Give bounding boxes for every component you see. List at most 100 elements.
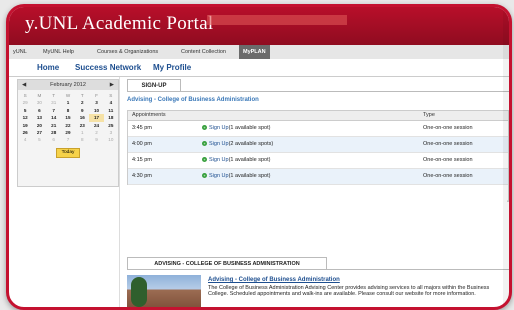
calendar-day[interactable]: 8 xyxy=(61,107,75,114)
calendar-day[interactable]: 5 xyxy=(32,136,46,143)
add-icon[interactable]: + xyxy=(202,157,207,163)
table-row: 4:15 pm + Sign Up(1 available spot) One-on-… xyxy=(128,153,508,169)
table-row: 4:00 pm + Sign Up(2 available spots) One-on… xyxy=(128,137,508,153)
add-icon[interactable]: + xyxy=(202,125,207,131)
calendar-day[interactable]: 26 xyxy=(18,129,32,136)
available-spots: (2 available spots) xyxy=(228,141,274,147)
appointment-time: 3:45 pm xyxy=(132,125,152,131)
calendar-weekday: T xyxy=(80,93,84,98)
calendar-day[interactable]: 18 xyxy=(104,114,118,121)
appointment-time: 4:00 pm xyxy=(132,141,152,147)
empty-panel xyxy=(127,185,507,251)
calendar-day[interactable]: 1 xyxy=(75,129,89,136)
calendar-day[interactable]: 8 xyxy=(75,136,89,143)
tab-content-collection[interactable]: Content Collection xyxy=(177,45,230,59)
calendar-day[interactable]: 1 xyxy=(61,99,75,106)
calendar-day[interactable]: 27 xyxy=(32,129,46,136)
building-image xyxy=(127,275,201,307)
prev-month-button[interactable]: ◀ xyxy=(22,80,26,90)
calendar-day[interactable]: 10 xyxy=(104,136,118,143)
calendar-day[interactable]: 3 xyxy=(104,129,118,136)
calendar-header: ◀ February 2012 ▶ xyxy=(18,80,118,90)
calendar-day[interactable]: 15 xyxy=(61,114,75,121)
signup-cell: + Sign Up(2 available spots) xyxy=(202,141,273,147)
tab-yunl[interactable]: yUNL xyxy=(9,45,31,59)
frame-shadow xyxy=(503,7,509,307)
calendar-month: February 2012 xyxy=(50,82,86,88)
signup-cell: +Sign Up(1 available spot) xyxy=(202,173,270,179)
calendar-day[interactable]: 29 xyxy=(18,99,32,106)
calendar-day[interactable]: 13 xyxy=(32,114,46,121)
calendar-day[interactable]: 2 xyxy=(89,129,103,136)
calendar-day[interactable]: 29 xyxy=(61,129,75,136)
sign-up-link[interactable]: Sign Up xyxy=(209,141,229,147)
divider xyxy=(127,269,509,270)
tab-myunl-help[interactable]: MyUNL Help xyxy=(39,45,78,59)
calendar-day[interactable]: 9 xyxy=(89,136,103,143)
calendar-weekday: M xyxy=(37,93,42,98)
advising-link[interactable]: Advising - College of Business Administr… xyxy=(208,277,340,283)
calendar-day[interactable]: 24 xyxy=(89,122,103,129)
calendar-day[interactable]: 10 xyxy=(89,107,103,114)
calendar-day[interactable]: 30 xyxy=(32,99,46,106)
nav-success-network[interactable]: Success Network xyxy=(75,63,141,72)
appointment-time: 4:30 pm xyxy=(132,173,152,179)
calendar-weekday: T xyxy=(52,93,56,98)
calendar-weekday: S xyxy=(23,93,27,98)
table-row: 4:30 pm + Sign Up(1 available spot) One-on-… xyxy=(128,169,508,185)
calendar-day[interactable]: 7 xyxy=(47,107,61,114)
sign-up-link[interactable]: Sign Up xyxy=(209,125,229,131)
available-spots: (1 available spot) xyxy=(228,157,271,163)
calendar-grid: S M T W T F S 29 30 31 1 2 3 4 5 6 7 8 9 10 11 12 13 14 15 16 17 18… xyxy=(18,92,118,144)
today-button[interactable]: Today xyxy=(56,147,80,158)
calendar-day[interactable]: 6 xyxy=(32,107,46,114)
add-icon[interactable]: + xyxy=(202,173,207,179)
available-spots: (1 available spot) xyxy=(228,125,271,131)
add-icon[interactable]: + xyxy=(202,141,207,147)
calendar-day[interactable]: 5 xyxy=(18,107,32,114)
calendar-day[interactable]: 16 xyxy=(75,114,89,121)
calendar-day[interactable]: 21 xyxy=(47,122,61,129)
calendar-day[interactable]: 9 xyxy=(75,107,89,114)
nav-home[interactable]: Home xyxy=(37,63,59,72)
portal-banner: y.UNL Academic Portal xyxy=(9,7,509,45)
calendar-day[interactable]: 31 xyxy=(47,99,61,106)
mini-calendar: ◀ February 2012 ▶ S M T W T F S 29 30 31 1 2 3 4 5 6 7 8 9… xyxy=(17,79,119,187)
calendar-day[interactable]: 4 xyxy=(18,136,32,143)
calendar-day[interactable]: 23 xyxy=(75,122,89,129)
signup-cell: +Sign Up(1 available spot) xyxy=(202,157,270,163)
calendar-day[interactable]: 19 xyxy=(18,122,32,129)
calendar-weekday: S xyxy=(109,93,113,98)
calendar-day[interactable]: 4 xyxy=(104,99,118,106)
sign-up-link[interactable]: Sign Up xyxy=(209,173,229,179)
available-spots: (1 available spot) xyxy=(228,173,271,179)
calendar-day[interactable]: 17 xyxy=(89,114,104,122)
next-month-button[interactable]: ▶ xyxy=(110,80,114,90)
calendar-day[interactable]: 3 xyxy=(89,99,103,106)
calendar-day[interactable]: 2 xyxy=(75,99,89,106)
sub-navigation: Home Success Network My Profile xyxy=(9,59,509,77)
calendar-weekday: F xyxy=(95,93,98,98)
signup-heading: Advising - College of Business Administr… xyxy=(127,97,259,103)
divider xyxy=(119,77,120,307)
calendar-day[interactable]: 20 xyxy=(32,122,46,129)
calendar-day[interactable]: 6 xyxy=(47,136,61,143)
nav-my-profile[interactable]: My Profile xyxy=(153,63,191,72)
calendar-day[interactable]: 28 xyxy=(47,129,61,136)
advising-description: The College of Business Administration A… xyxy=(208,285,490,297)
column-appointments: Appointments xyxy=(132,112,166,118)
calendar-day[interactable]: 25 xyxy=(104,122,118,129)
tab-myplan[interactable]: MyPLAN xyxy=(239,45,270,59)
session-type: One-on-one session xyxy=(423,125,473,131)
tab-courses-organizations[interactable]: Courses & Organizations xyxy=(93,45,162,59)
top-tabs: yUNL MyUNL Help Courses & Organizations … xyxy=(9,45,509,60)
table-header: Appointments Type xyxy=(128,111,508,121)
calendar-day[interactable]: 7 xyxy=(61,136,75,143)
sign-up-link[interactable]: Sign Up xyxy=(209,157,229,163)
calendar-day[interactable]: 14 xyxy=(47,114,61,121)
calendar-day[interactable]: 12 xyxy=(18,114,32,121)
tree-shape xyxy=(131,277,147,307)
calendar-day[interactable]: 11 xyxy=(104,107,118,114)
calendar-day[interactable]: 22 xyxy=(61,122,75,129)
portal-title: y.UNL Academic Portal xyxy=(25,13,214,34)
